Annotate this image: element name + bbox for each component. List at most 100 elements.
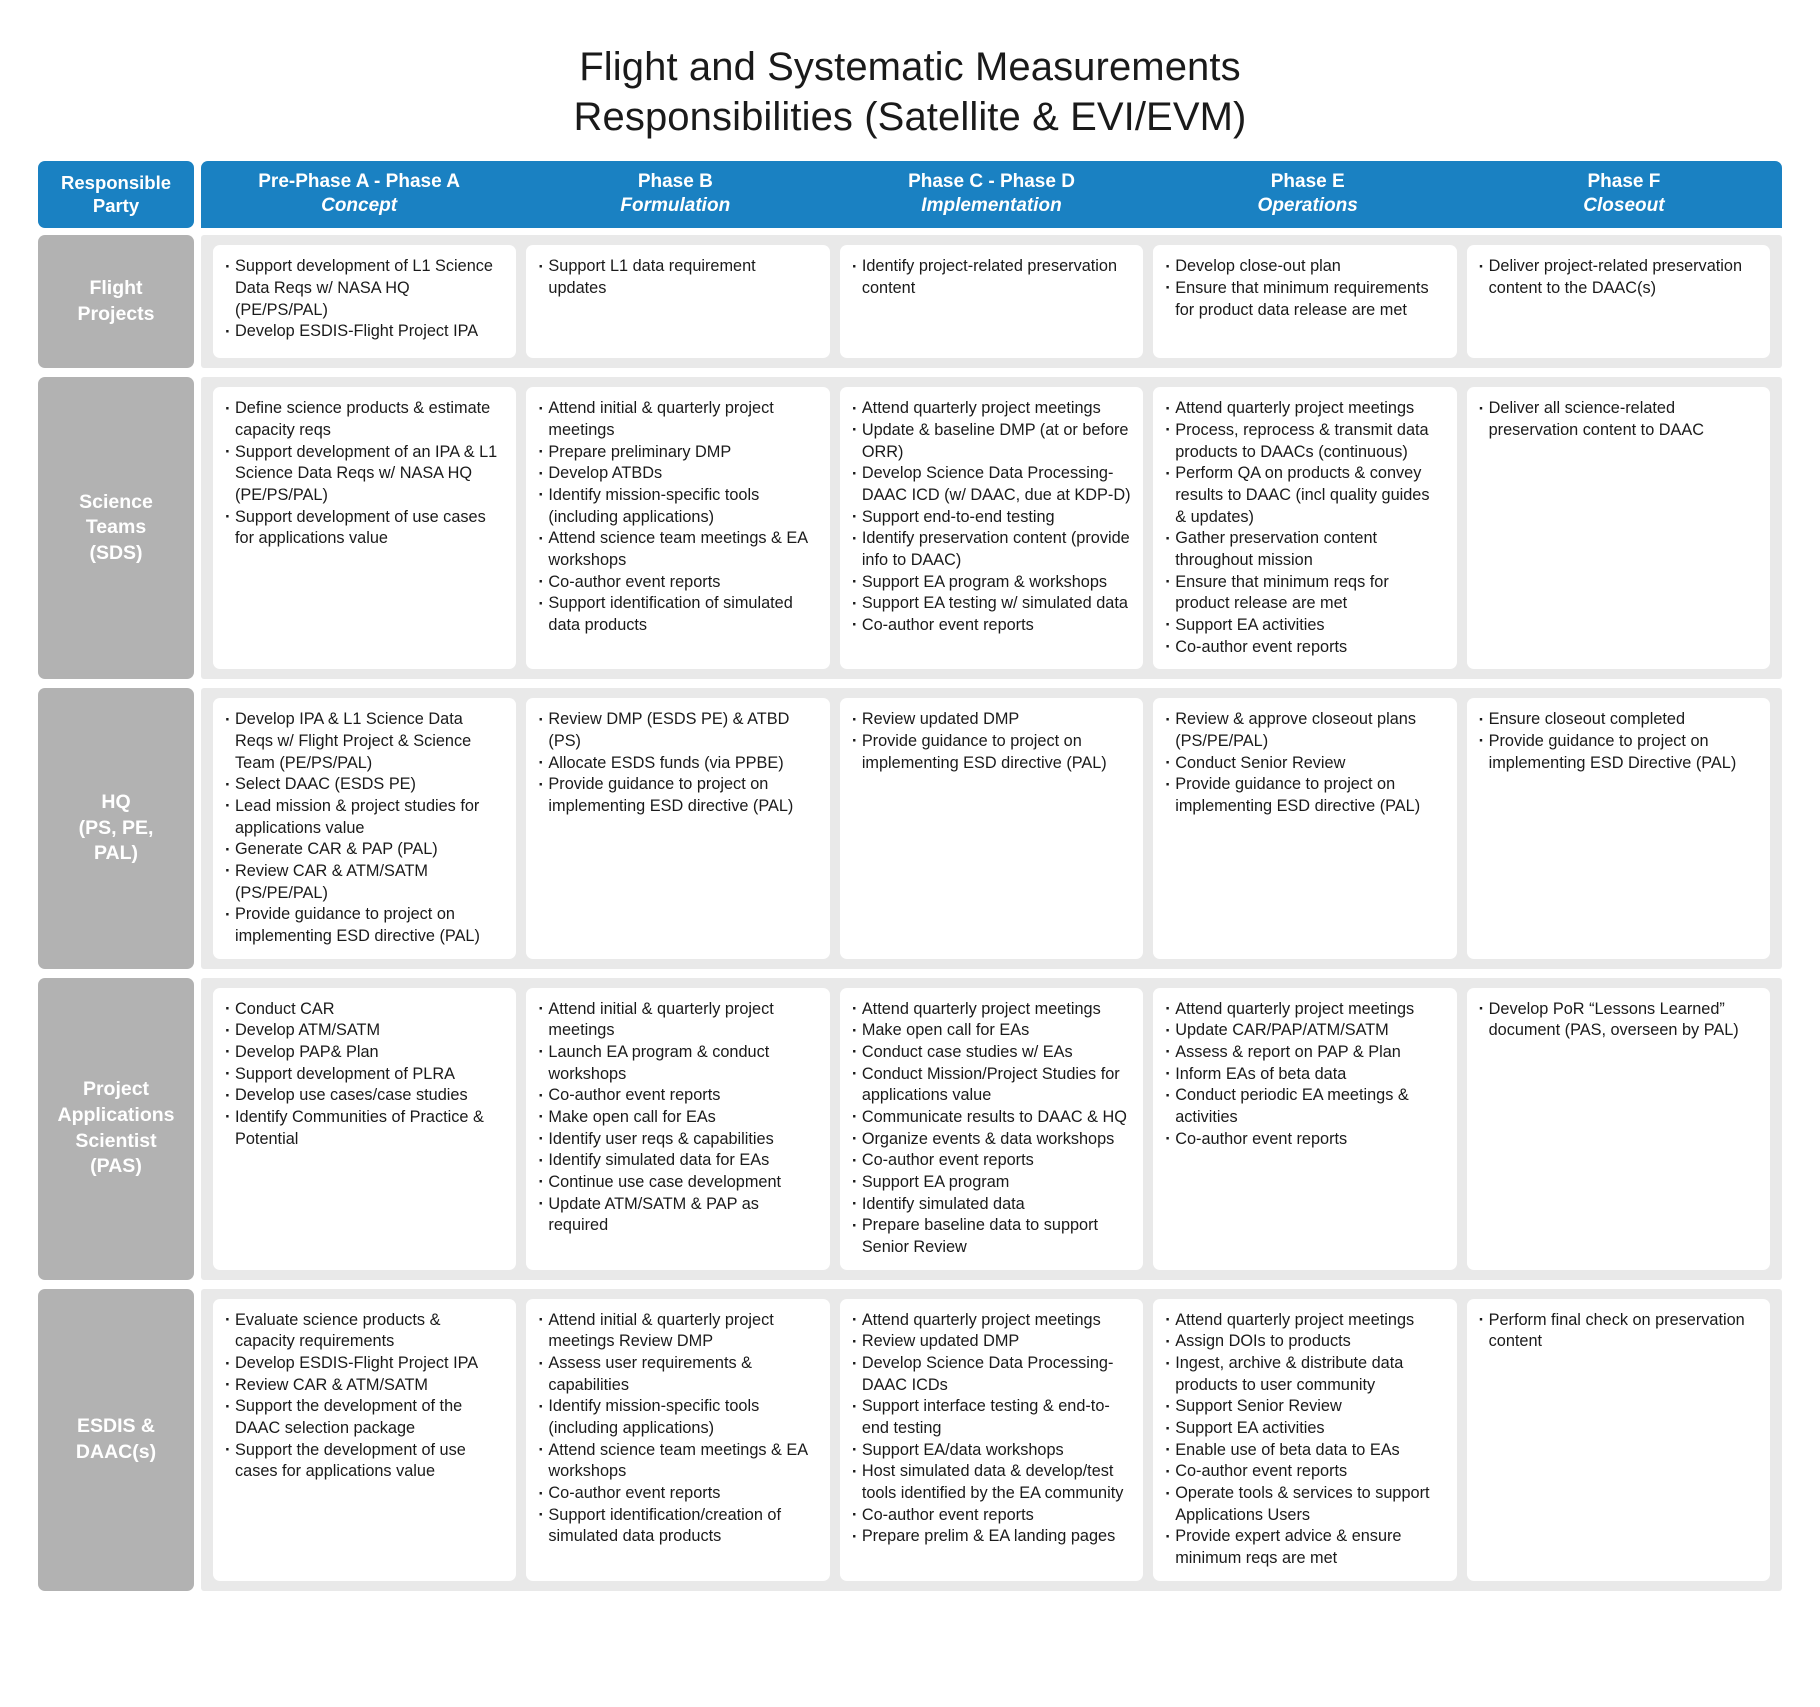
task-list: Attend quarterly project meetingsUpdate … — [1164, 998, 1444, 1150]
row-label-line: PAL) — [93, 842, 139, 865]
task-item: Process, reprocess & transmit data produ… — [1164, 419, 1444, 463]
header-phase-3-name: Phase E — [1270, 170, 1345, 192]
task-item: Develop ATM/SATM — [224, 1020, 504, 1042]
task-item: Attend science team meetings & EA worksh… — [537, 1439, 817, 1483]
cell-project-applications-scientist-phase-3: Attend quarterly project meetingsUpdate … — [1153, 987, 1457, 1270]
row-cells-esdis-daac: Evaluate science products & capacity req… — [201, 1288, 1782, 1591]
row-label-line: Projects — [77, 302, 155, 325]
task-list: Ensure closeout completedProvide guidanc… — [1478, 709, 1758, 774]
task-item: Identify simulated data — [851, 1193, 1131, 1215]
header-phase-0-name: Pre-Phase A - Phase A — [258, 170, 460, 192]
task-item: Co-author event reports — [851, 1504, 1131, 1526]
task-item: Identify Communities of Practice & Poten… — [224, 1106, 504, 1150]
task-item: Support development of use cases for app… — [224, 506, 504, 550]
task-item: Co-author event reports — [537, 571, 817, 593]
task-item: Support EA/data workshops — [851, 1439, 1131, 1461]
row-label-line: Flight — [89, 276, 143, 299]
task-item: Conduct case studies w/ EAs — [851, 1041, 1131, 1063]
task-list: Attend quarterly project meetingsUpdate … — [851, 398, 1131, 637]
cell-esdis-daac-phase-4: Perform final check on preservation cont… — [1466, 1298, 1771, 1581]
matrix-body: Flight Projects Support development of L1 … — [38, 235, 1782, 1591]
task-item: Assign DOIs to products — [1164, 1331, 1444, 1353]
row-label-line: Applications — [57, 1103, 175, 1126]
task-item: Deliver project-related preservation con… — [1478, 256, 1758, 299]
task-item: Develop ESDIS-Flight Project IPA — [224, 321, 504, 343]
task-item: Update & baseline DMP (at or before ORR) — [851, 419, 1131, 463]
task-item: Attend quarterly project meetings — [1164, 998, 1444, 1020]
row-label-hq: HQ (PS, PE, PAL) — [38, 688, 194, 969]
row-label-project-applications-scientist: Project Applications Scientist (PAS) — [38, 977, 194, 1280]
task-item: Conduct CAR — [224, 998, 504, 1020]
task-item: Host simulated data & develop/test tools… — [851, 1461, 1131, 1504]
task-item: Co-author event reports — [537, 1085, 817, 1107]
header-phase-2-name: Phase C - Phase D — [908, 170, 1075, 192]
task-item: Lead mission & project studies for appli… — [224, 795, 504, 839]
task-item: Identify mission-specific tools (includi… — [537, 1396, 817, 1439]
task-item: Provide guidance to project on implement… — [851, 730, 1131, 774]
task-item: Support EA program & workshops — [851, 571, 1131, 593]
cell-science-teams-phase-0: Define science products & estimate capac… — [213, 387, 517, 670]
header-phase-4-name: Phase F — [1587, 170, 1661, 192]
task-item: Develop PAP& Plan — [224, 1041, 504, 1063]
task-item: Deliver all science-related preservation… — [1478, 398, 1758, 441]
task-item: Develop IPA & L1 Science Data Reqs w/ Fl… — [224, 709, 504, 774]
task-item: Ensure that minimum requirements for pro… — [1164, 277, 1444, 321]
header-phase-4-sub: Closeout — [1583, 195, 1665, 217]
row-label-line: Science — [79, 490, 153, 513]
task-list: Define science products & estimate capac… — [224, 398, 504, 550]
task-list: Attend initial & quarterly project meeti… — [537, 1309, 817, 1548]
header-phase-1-name: Phase B — [637, 170, 713, 192]
cell-science-teams-phase-3: Attend quarterly project meetingsProcess… — [1153, 387, 1457, 670]
task-item: Conduct periodic EA meetings & activitie… — [1164, 1085, 1444, 1128]
task-list: Deliver project-related preservation con… — [1478, 256, 1758, 299]
task-item: Support end-to-end testing — [851, 506, 1131, 528]
row-label-line: (PS, PE, — [78, 816, 154, 839]
cell-esdis-daac-phase-3: Attend quarterly project meetingsAssign … — [1153, 1298, 1457, 1581]
cell-flight-projects-phase-2: Identify project-related preservation co… — [839, 245, 1144, 359]
task-item: Provide expert advice & ensure minimum r… — [1164, 1526, 1444, 1569]
task-item: Perform final check on preservation cont… — [1478, 1309, 1758, 1353]
task-item: Develop Science Data Processing-DAAC ICD… — [851, 463, 1131, 506]
row-label-line: Project — [82, 1078, 150, 1101]
cell-flight-projects-phase-0: Support development of L1 Science Data R… — [213, 245, 517, 359]
task-list: Develop PoR “Lessons Learned” document (… — [1478, 998, 1758, 1042]
page-title-line-2: Responsibilities (Satellite & EVI/EVM) — [573, 95, 1247, 140]
task-item: Attend quarterly project meetings — [1164, 1309, 1444, 1331]
task-item: Ensure that minimum reqs for product rel… — [1164, 571, 1444, 615]
task-item: Support EA activities — [1164, 614, 1444, 636]
task-item: Attend science team meetings & EA worksh… — [537, 528, 817, 571]
cell-esdis-daac-phase-0: Evaluate science products & capacity req… — [213, 1298, 517, 1581]
task-list: Review & approve closeout plans (PS/PE/P… — [1164, 709, 1444, 817]
header-phase-1-sub: Formulation — [620, 195, 731, 217]
task-item: Attend quarterly project meetings — [851, 398, 1131, 420]
row-label-line: (PAS) — [90, 1155, 142, 1178]
row-label-esdis-daac: ESDIS & DAAC(s) — [38, 1288, 194, 1591]
cell-project-applications-scientist-phase-1: Attend initial & quarterly project meeti… — [526, 987, 830, 1270]
task-item: Support development of an IPA & L1 Scien… — [224, 441, 504, 507]
row-label-line: Scientist — [75, 1129, 157, 1152]
task-item: Support EA program — [851, 1171, 1131, 1193]
task-item: Develop ATBDs — [537, 463, 817, 485]
task-list: Review updated DMPProvide guidance to pr… — [851, 709, 1131, 774]
header-responsible-party: Responsible Party — [38, 160, 194, 229]
task-list: Deliver all science-related preservation… — [1478, 398, 1758, 441]
cell-hq-phase-2: Review updated DMPProvide guidance to pr… — [839, 698, 1144, 959]
cell-esdis-daac-phase-2: Attend quarterly project meetingsReview … — [839, 1298, 1144, 1581]
header-phase-2-sub: Implementation — [921, 195, 1062, 217]
header-phase-2: Phase C - Phase D Implementation — [833, 161, 1149, 228]
task-item: Review & approve closeout plans (PS/PE/P… — [1164, 709, 1444, 752]
task-item: Generate CAR & PAP (PAL) — [224, 839, 504, 861]
task-item: Communicate results to DAAC & HQ — [851, 1106, 1131, 1128]
task-item: Update CAR/PAP/ATM/SATM — [1164, 1020, 1444, 1042]
task-item: Support Senior Review — [1164, 1396, 1444, 1418]
header-phase-0: Pre-Phase A - Phase A Concept — [201, 161, 517, 228]
task-list: Evaluate science products & capacity req… — [224, 1309, 504, 1483]
task-item: Attend initial & quarterly project meeti… — [537, 998, 817, 1042]
task-item: Provide guidance to project on implement… — [1478, 730, 1758, 774]
task-item: Review updated DMP — [851, 1331, 1131, 1353]
task-item: Continue use case development — [537, 1171, 817, 1193]
task-list: Perform final check on preservation cont… — [1478, 1309, 1758, 1353]
row-label-line: Teams — [85, 516, 147, 539]
matrix-row-project-applications-scientist: ProjectApplications Scientist (PAS) Conduct… — [38, 977, 1782, 1280]
task-item: Develop PoR “Lessons Learned” document (… — [1478, 998, 1758, 1042]
